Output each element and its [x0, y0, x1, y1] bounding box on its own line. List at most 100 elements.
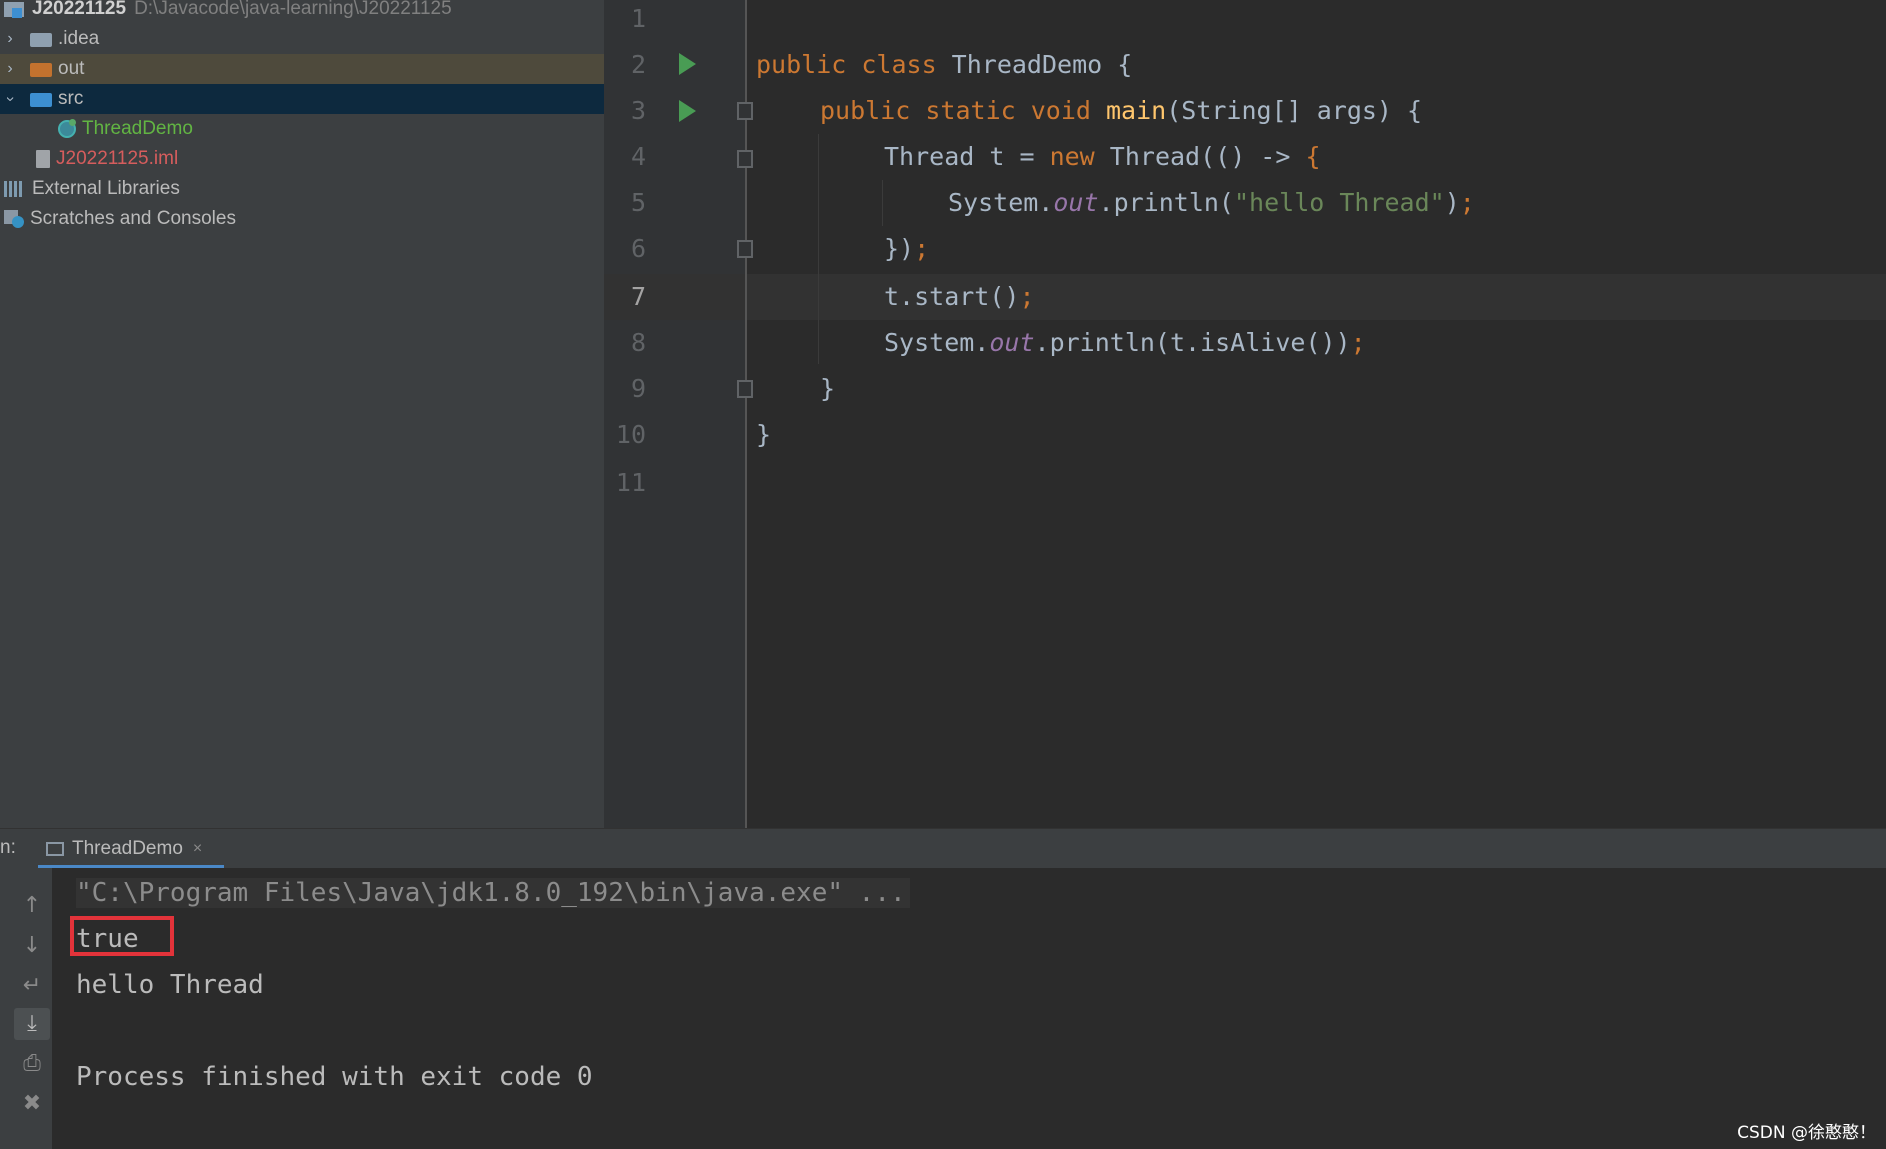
console-output-line: hello Thread — [76, 970, 264, 1000]
print-icon[interactable]: ⎙ — [14, 1048, 50, 1080]
project-tool-window: J20221125 D:\Javacode\java-learning\J202… — [0, 0, 604, 828]
code-line-10: } — [756, 412, 771, 458]
token-text: System. — [948, 188, 1054, 217]
scratches-icon — [4, 210, 24, 228]
code-editor[interactable]: 1 2 3 4 5 6 7 8 9 10 11 public class Thr… — [604, 0, 1886, 828]
tree-item-iml[interactable]: J20221125.iml — [0, 144, 604, 174]
module-file-icon — [36, 150, 50, 168]
run-tab-label: ThreadDemo — [72, 838, 183, 859]
token-text: ThreadDemo { — [936, 50, 1133, 79]
run-panel-title: n: — [0, 837, 16, 858]
token-text: Thread(() -> — [1094, 142, 1306, 171]
fold-marker-icon[interactable] — [737, 380, 753, 398]
project-root-name: J20221125 — [32, 0, 127, 19]
chevron-right-icon[interactable]: › — [0, 30, 20, 48]
run-tab-threaddemo[interactable]: ThreadDemo × — [38, 829, 224, 869]
tree-item-scratches[interactable]: Scratches and Consoles — [0, 204, 604, 234]
line-number: 3 — [630, 96, 646, 125]
token-text: }) — [884, 234, 915, 263]
token-keyword: public static void — [820, 96, 1091, 125]
token-text: .println( — [1098, 188, 1234, 217]
token-semicolon: ; — [1019, 282, 1035, 311]
indent-guide — [818, 134, 819, 364]
token-brace: { — [1305, 142, 1321, 171]
watermark: CSDN @徐憨憨！ — [1737, 1123, 1876, 1143]
code-line-8: System.out.println(t.isAlive()); — [884, 320, 1366, 366]
fold-marker-icon[interactable] — [737, 150, 753, 168]
tree-item-label: out — [58, 58, 85, 79]
code-line-2: public class ThreadDemo { — [756, 42, 1132, 88]
token-text: t.start() — [884, 282, 1020, 311]
token-text: (String[] args) { — [1166, 96, 1423, 125]
run-main-icon[interactable] — [679, 100, 696, 122]
code-line-9: } — [820, 366, 835, 412]
arrow-down-icon[interactable]: ↓ — [14, 930, 50, 962]
tree-item-label: External Libraries — [32, 178, 180, 199]
chevron-right-icon[interactable]: › — [0, 60, 20, 78]
tree-item-label: .idea — [58, 28, 100, 49]
indent-guide — [882, 180, 883, 226]
code-line-3: public static void main(String[] args) { — [820, 88, 1422, 134]
tree-item-label: src — [58, 88, 84, 109]
close-icon[interactable]: × — [193, 840, 202, 858]
soft-wrap-icon[interactable]: ↵ — [14, 970, 50, 1002]
project-folder-icon — [4, 0, 26, 18]
token-text: Thread t = — [884, 142, 1050, 171]
line-number: 4 — [630, 142, 646, 171]
console-output[interactable]: "C:\Program Files\Java\jdk1.8.0_192\bin\… — [52, 868, 1886, 1149]
line-number: 10 — [615, 420, 646, 449]
token-text: System. — [884, 328, 990, 357]
console-command-line: "C:\Program Files\Java\jdk1.8.0_192\bin\… — [76, 872, 910, 914]
console-command: "C:\Program Files\Java\jdk1.8.0_192\bin\… — [76, 878, 910, 908]
library-icon — [4, 180, 26, 198]
line-number: 6 — [630, 234, 646, 263]
fold-marker-icon[interactable] — [737, 240, 753, 258]
tree-item-external-libraries[interactable]: External Libraries — [0, 174, 604, 204]
gutter-divider — [745, 0, 747, 828]
token-semicolon: ; — [914, 234, 930, 263]
code-line-4: Thread t = new Thread(() -> { — [884, 134, 1321, 180]
token-text: } — [756, 420, 772, 449]
current-line-highlight — [604, 274, 1886, 320]
token-keyword: new — [1049, 142, 1095, 171]
run-tool-window-header: n: ThreadDemo × — [0, 828, 1886, 869]
line-number: 8 — [630, 328, 646, 357]
source-folder-icon — [30, 93, 52, 107]
line-number: 11 — [615, 468, 646, 497]
fold-marker-icon[interactable] — [737, 102, 753, 120]
tree-item-label: ThreadDemo — [82, 118, 193, 139]
folder-icon — [30, 63, 52, 77]
tree-item-src[interactable]: › src — [0, 84, 604, 114]
line-number: 1 — [630, 4, 646, 33]
line-number: 9 — [630, 374, 646, 403]
line-number-current: 7 — [630, 282, 646, 311]
scroll-to-end-icon[interactable]: ⤓ — [14, 1008, 50, 1040]
tree-item-threaddemo[interactable]: ThreadDemo — [0, 114, 604, 144]
token-text: .println(t.isAlive()) — [1034, 328, 1351, 357]
console-exit-line: Process finished with exit code 0 — [76, 1062, 593, 1092]
java-class-icon — [58, 119, 76, 138]
console-output-line: true — [76, 924, 139, 954]
chevron-down-icon[interactable]: › — [1, 89, 19, 109]
console-icon — [46, 842, 64, 856]
tree-root-project[interactable]: J20221125 D:\Javacode\java-learning\J202… — [0, 0, 604, 24]
code-line-5: System.out.println("hello Thread"); — [948, 180, 1475, 226]
tree-item-label: J20221125.iml — [56, 148, 179, 169]
token-semicolon: ; — [1459, 188, 1475, 217]
run-class-icon[interactable] — [679, 53, 696, 75]
trash-icon[interactable]: ✖ — [14, 1088, 50, 1120]
token-field: out — [1053, 188, 1099, 217]
token-text: ) — [1444, 188, 1460, 217]
run-toolbar: ↑ ↓ ↵ ⤓ ⎙ ✖ — [0, 868, 52, 1149]
arrow-up-icon[interactable]: ↑ — [14, 890, 50, 922]
token-method: main — [1106, 96, 1167, 125]
token-semicolon: ; — [1350, 328, 1366, 357]
line-number: 2 — [630, 50, 646, 79]
token-text: } — [820, 374, 836, 403]
line-number: 5 — [630, 188, 646, 217]
token-keyword: public class — [756, 50, 937, 79]
token-field: out — [989, 328, 1035, 357]
tree-item-out[interactable]: › out — [0, 54, 604, 84]
project-root-path: D:\Javacode\java-learning\J20221125 — [134, 0, 452, 19]
tree-item-idea[interactable]: › .idea — [0, 24, 604, 54]
